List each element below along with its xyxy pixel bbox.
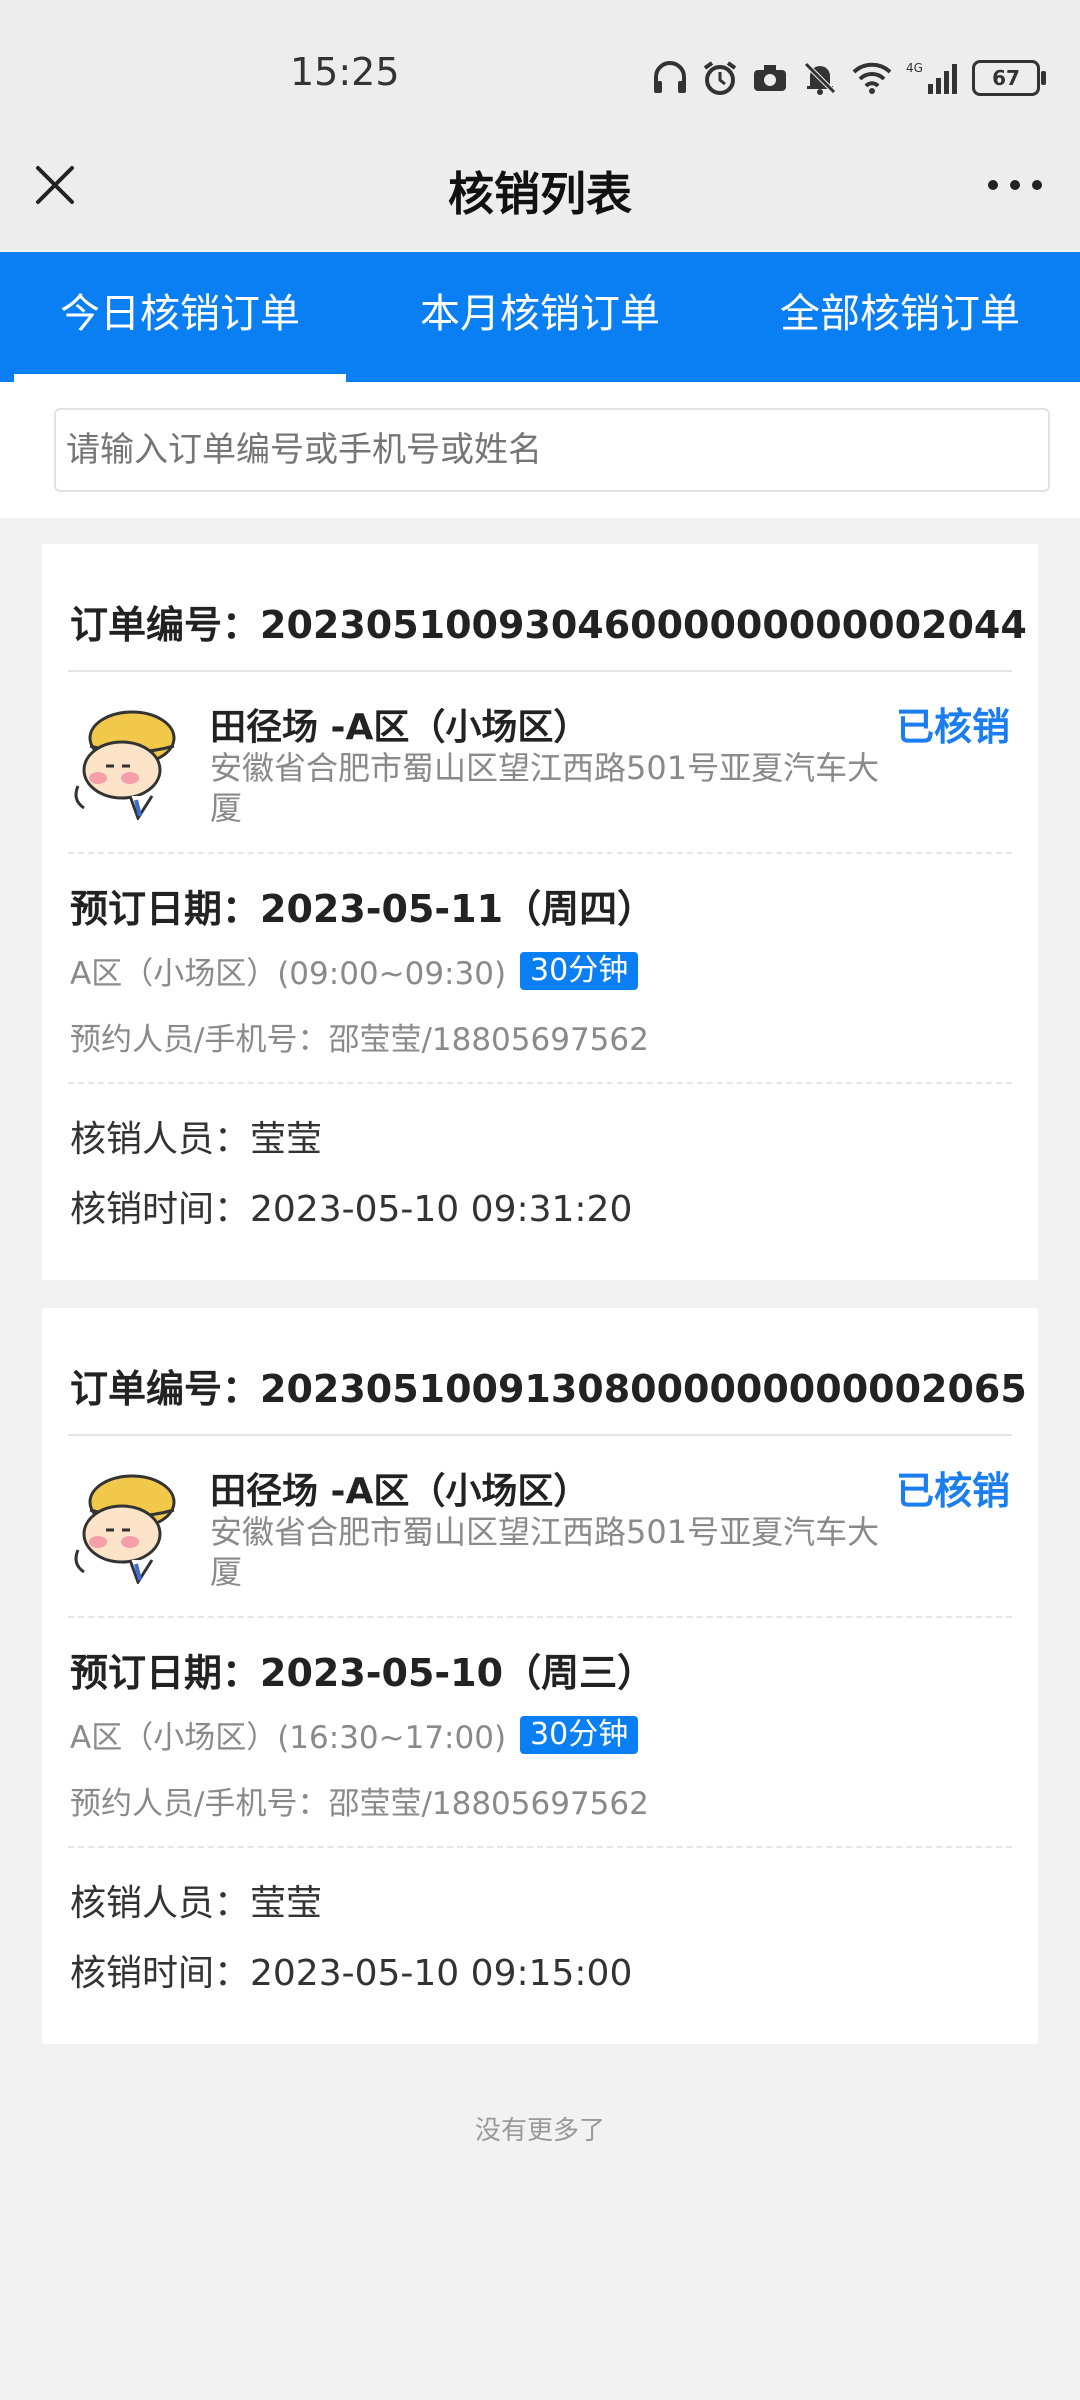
verify-time: 核销时间：2023-05-10 09:15:00: [70, 1953, 633, 1994]
venue-address: 安徽省合肥市蜀山区望江西路501号亚夏汽车大厦: [210, 1513, 880, 1591]
battery-icon: 67: [972, 60, 1046, 96]
booking-slot: A区（小场区）(09:00~09:30): [70, 956, 507, 992]
verifier: 核销人员：莹莹: [70, 1119, 323, 1160]
tab-all[interactable]: 全部核销订单: [720, 252, 1080, 382]
divider: [68, 670, 1012, 672]
mute-bell-icon: [804, 62, 836, 95]
status-badge: 已核销: [895, 1469, 1010, 1513]
booking-slot: A区（小场区）(16:30~17:00): [70, 1720, 507, 1756]
search-bar: [0, 382, 1080, 518]
booking-date: 预订日期：2023-05-10（周三）: [70, 1651, 656, 1695]
divider: [68, 1616, 1012, 1618]
tab-bar: 今日核销订单 本月核销订单 全部核销订单: [0, 252, 1080, 382]
booking-date: 预订日期：2023-05-11（周四）: [70, 887, 656, 931]
signal-4g-icon: 4G: [906, 61, 957, 94]
avatar: [74, 710, 176, 820]
divider: [68, 1082, 1012, 1084]
alarm-icon: [703, 61, 737, 95]
reserver-info: 预约人员/手机号：邵莹莹/18805697562: [70, 1786, 649, 1822]
tab-today[interactable]: 今日核销订单: [0, 252, 360, 382]
wifi-icon: [852, 62, 892, 94]
more-icon[interactable]: [980, 160, 1050, 210]
search-input[interactable]: [54, 408, 1050, 492]
divider: [68, 852, 1012, 854]
verify-time: 核销时间：2023-05-10 09:31:20: [70, 1189, 633, 1230]
venue-address: 安徽省合肥市蜀山区望江西路501号亚夏汽车大厦: [210, 749, 880, 827]
status-badge: 已核销: [895, 705, 1010, 749]
nav-bar: 核销列表: [0, 120, 1080, 250]
divider: [68, 1846, 1012, 1848]
order-card[interactable]: 订单编号：20230510093046000000000002044 田径场 -…: [42, 544, 1038, 1280]
booking-slot-row: A区（小场区）(09:00~09:30) 30分钟: [70, 948, 639, 993]
venue-name: 田径场 -A区（小场区）: [210, 707, 590, 748]
order-number: 订单编号：20230510091308000000000002065: [70, 1367, 1027, 1411]
order-number: 订单编号：20230510093046000000000002044: [70, 603, 1027, 647]
avatar: [74, 1474, 176, 1584]
booking-slot-row: A区（小场区）(16:30~17:00) 30分钟: [70, 1712, 639, 1757]
order-card[interactable]: 订单编号：20230510091308000000000002065 田径场 -…: [42, 1308, 1038, 2044]
verifier: 核销人员：莹莹: [70, 1883, 323, 1924]
venue-name: 田径场 -A区（小场区）: [210, 1471, 590, 1512]
svg-text:4G: 4G: [906, 61, 923, 75]
status-icons: 4G 67: [652, 56, 1046, 100]
divider: [68, 1434, 1012, 1436]
duration-badge: 30分钟: [520, 951, 639, 990]
tab-month[interactable]: 本月核销订单: [360, 252, 720, 382]
status-time: 15:25: [290, 50, 400, 94]
headphones-icon: [654, 61, 686, 93]
camera-icon: [754, 65, 786, 91]
duration-badge: 30分钟: [520, 1715, 639, 1754]
no-more-text: 没有更多了: [474, 2116, 605, 2146]
reserver-info: 预约人员/手机号：邵莹莹/18805697562: [70, 1022, 649, 1058]
page-title: 核销列表: [448, 167, 632, 221]
